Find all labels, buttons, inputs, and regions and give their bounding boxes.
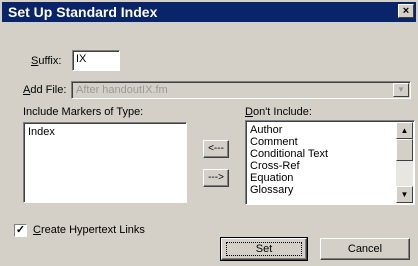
- cancel-button[interactable]: Cancel: [320, 238, 410, 260]
- add-file-value: After handoutIX.fm: [76, 84, 168, 96]
- dialog: Set Up Standard Index × Suffix: IX Add F…: [0, 0, 418, 266]
- list-item[interactable]: Comment: [250, 136, 298, 148]
- include-list[interactable]: Index: [23, 122, 187, 203]
- hypertext-label[interactable]: Create Hypertext Links: [33, 224, 145, 237]
- list-item[interactable]: Conditional Text: [250, 148, 328, 160]
- suffix-value: IX: [76, 53, 87, 65]
- checkmark-icon: ✓: [15, 224, 26, 236]
- add-file-label: Add File:: [23, 84, 67, 96]
- focus-rect: [226, 242, 302, 256]
- exclude-scrollbar[interactable]: ▲ ▼: [396, 122, 413, 203]
- scroll-up-icon[interactable]: ▲: [396, 122, 413, 139]
- exclude-label: Don't Include:: [245, 106, 312, 118]
- close-button[interactable]: ×: [398, 4, 414, 18]
- suffix-label: Suffix:: [31, 55, 62, 67]
- move-left-button[interactable]: <---: [203, 140, 229, 158]
- scroll-down-icon[interactable]: ▼: [396, 186, 413, 203]
- window-title: Set Up Standard Index: [8, 4, 158, 20]
- include-label: Include Markers of Type:: [23, 106, 144, 118]
- list-item[interactable]: Author: [250, 124, 282, 136]
- suffix-input[interactable]: IX: [72, 50, 120, 71]
- exclude-list[interactable]: Author Comment Conditional Text Cross-Re…: [245, 120, 415, 205]
- close-icon: ×: [402, 5, 410, 17]
- list-item[interactable]: Cross-Ref: [250, 160, 300, 172]
- set-button[interactable]: Set: [220, 237, 308, 261]
- add-file-select[interactable]: After handoutIX.fm ▼: [71, 81, 411, 99]
- hypertext-checkbox[interactable]: ✓: [14, 224, 27, 237]
- move-right-button[interactable]: --->: [203, 169, 229, 187]
- list-item[interactable]: Index: [28, 126, 55, 138]
- list-item[interactable]: Glossary: [250, 184, 293, 196]
- title-bar[interactable]: Set Up Standard Index ×: [2, 2, 416, 22]
- list-item[interactable]: Equation: [250, 172, 293, 184]
- scroll-thumb[interactable]: [396, 139, 413, 161]
- chevron-down-icon[interactable]: ▼: [393, 83, 409, 97]
